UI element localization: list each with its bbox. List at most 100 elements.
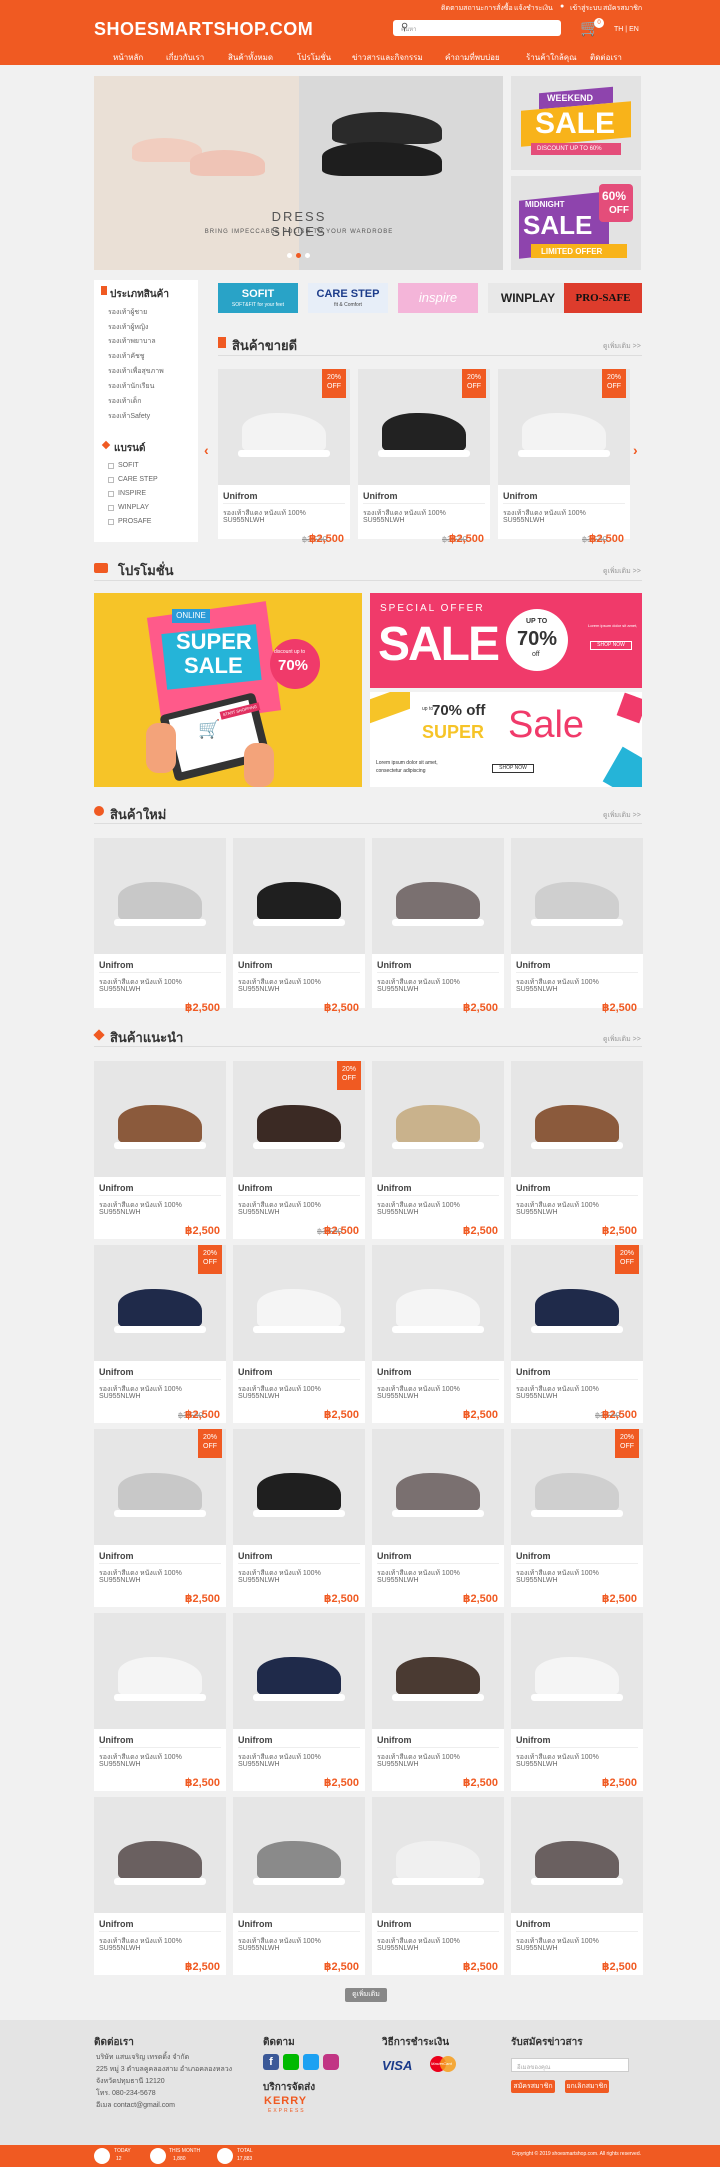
- brand-item[interactable]: INSPIRE: [118, 490, 146, 497]
- product-brand[interactable]: Unifrom: [377, 960, 412, 970]
- brand-item[interactable]: CARE STEP: [118, 476, 158, 483]
- chevron-left-icon[interactable]: ‹: [204, 442, 209, 458]
- load-more-button[interactable]: ดูเพิ่มเติม: [345, 1988, 387, 2002]
- product-brand[interactable]: Unifrom: [238, 1367, 273, 1377]
- product-card[interactable]: Unifrom รองเท้าสีแดง หนังแท้ 100% SU955NLW…: [94, 838, 226, 1014]
- product-card[interactable]: Unifrom รองเท้าสีแดง หนังแท้ 100% SU955NLW…: [511, 838, 643, 1014]
- product-image[interactable]: [372, 1613, 504, 1729]
- product-brand[interactable]: Unifrom: [99, 1551, 134, 1561]
- product-card[interactable]: Unifrom รองเท้าสีแดง หนังแท้ 100% SU955NLW…: [94, 1061, 226, 1239]
- product-brand[interactable]: Unifrom: [99, 1367, 134, 1377]
- twitter-icon[interactable]: [303, 2054, 319, 2070]
- unsubscribe-button[interactable]: ยกเลิกสมาชิก: [565, 2080, 609, 2093]
- newsletter-email-input[interactable]: อีเมลของคุณ: [511, 2058, 629, 2072]
- product-image[interactable]: [94, 1797, 226, 1913]
- product-card[interactable]: Unifrom รองเท้าสีแดง หนังแท้ 100% SU955NLW…: [233, 1429, 365, 1607]
- product-brand[interactable]: Unifrom: [516, 960, 551, 970]
- recommended-more-link[interactable]: ดูเพิ่มเติม >>: [603, 1034, 641, 1045]
- product-card[interactable]: Unifrom รองเท้าสีแดง หนังแท้ 100% SU955NLW…: [372, 1061, 504, 1239]
- instagram-icon[interactable]: [323, 2054, 339, 2070]
- nav-item[interactable]: ข่าวสารและกิจกรรม: [352, 51, 423, 64]
- product-brand[interactable]: Unifrom: [516, 1183, 551, 1193]
- line-icon[interactable]: [283, 2054, 299, 2070]
- product-brand[interactable]: Unifrom: [516, 1735, 551, 1745]
- subscribe-button[interactable]: สมัครสมาชิก: [511, 2080, 555, 2093]
- brand-logo-carestep[interactable]: CARE STEP fit & Comfort: [308, 283, 388, 313]
- product-image[interactable]: [511, 838, 643, 954]
- nav-item[interactable]: หน้าหลัก: [113, 51, 143, 64]
- brand-logo-inspire[interactable]: inspire: [398, 283, 478, 313]
- product-brand[interactable]: Unifrom: [363, 491, 398, 501]
- slider-dot-active[interactable]: [296, 253, 301, 258]
- product-brand[interactable]: Unifrom: [377, 1735, 412, 1745]
- product-card[interactable]: 20% OFF Unifrom รองเท้าสีแดง หนังแท้ 100% SU…: [358, 369, 490, 545]
- chevron-right-icon[interactable]: ›: [633, 442, 638, 458]
- product-card[interactable]: 20% OFF Unifrom รองเท้าสีแดง หนังแท้ 100% SU…: [511, 1429, 643, 1607]
- product-image[interactable]: 20% OFF: [511, 1245, 643, 1361]
- facebook-icon[interactable]: f: [263, 2054, 279, 2070]
- product-card[interactable]: Unifrom รองเท้าสีแดง หนังแท้ 100% SU955NLW…: [94, 1797, 226, 1975]
- brand-checkbox[interactable]: [108, 491, 114, 497]
- product-brand[interactable]: Unifrom: [223, 491, 258, 501]
- product-brand[interactable]: Unifrom: [99, 1183, 134, 1193]
- product-image[interactable]: [233, 1429, 365, 1545]
- product-image[interactable]: [94, 1613, 226, 1729]
- product-image[interactable]: [511, 1613, 643, 1729]
- product-brand[interactable]: Unifrom: [238, 960, 273, 970]
- product-image[interactable]: 20% OFF: [94, 1429, 226, 1545]
- lang-th[interactable]: TH: [614, 26, 623, 33]
- login-link[interactable]: เข้าสู่ระบบ: [570, 3, 602, 14]
- register-link[interactable]: สมัครสมาชิก: [603, 3, 642, 14]
- product-image[interactable]: 20% OFF: [358, 369, 490, 485]
- product-brand[interactable]: Unifrom: [238, 1551, 273, 1561]
- product-card[interactable]: 20% OFF Unifrom รองเท้าสีแดง หนังแท้ 100% SU…: [498, 369, 630, 545]
- category-item[interactable]: รองเท้าผู้ชาย: [108, 307, 147, 318]
- brand-item[interactable]: PROSAFE: [118, 518, 151, 525]
- brand-item[interactable]: SOFIT: [118, 462, 139, 469]
- site-logo[interactable]: SHOESMARTSHOP.COM: [94, 19, 313, 40]
- product-brand[interactable]: Unifrom: [238, 1919, 273, 1929]
- product-card[interactable]: Unifrom รองเท้าสีแดง หนังแท้ 100% SU955NLW…: [372, 1429, 504, 1607]
- category-item[interactable]: รองเท้านักเรียน: [108, 381, 154, 392]
- product-card[interactable]: Unifrom รองเท้าสีแดง หนังแท้ 100% SU955NLW…: [511, 1613, 643, 1791]
- product-card[interactable]: Unifrom รองเท้าสีแดง หนังแท้ 100% SU955NLW…: [94, 1613, 226, 1791]
- slider-dot[interactable]: [305, 253, 310, 258]
- best-seller-more-link[interactable]: ดูเพิ่มเติม >>: [603, 341, 641, 352]
- product-card[interactable]: Unifrom รองเท้าสีแดง หนังแท้ 100% SU955NLW…: [372, 1245, 504, 1423]
- shop-now-button[interactable]: SHOP NOW: [590, 641, 632, 650]
- product-brand[interactable]: Unifrom: [377, 1919, 412, 1929]
- product-card[interactable]: Unifrom รองเท้าสีแดง หนังแท้ 100% SU955NLW…: [233, 838, 365, 1014]
- product-image[interactable]: [511, 1797, 643, 1913]
- check-order-link[interactable]: ติดตามสถานะการสั่งซื้อ: [441, 3, 513, 14]
- brand-checkbox[interactable]: [108, 505, 114, 511]
- product-card[interactable]: Unifrom รองเท้าสีแดง หนังแท้ 100% SU955NLW…: [511, 1061, 643, 1239]
- promotions-more-link[interactable]: ดูเพิ่มเติม >>: [603, 566, 641, 577]
- nav-item[interactable]: ร้านค้าใกล้คุณ: [526, 51, 577, 64]
- product-card[interactable]: Unifrom รองเท้าสีแดง หนังแท้ 100% SU955NLW…: [233, 1245, 365, 1423]
- category-item[interactable]: รองเท้าพยาบาล: [108, 336, 156, 347]
- product-card[interactable]: Unifrom รองเท้าสีแดง หนังแท้ 100% SU955NLW…: [233, 1613, 365, 1791]
- product-brand[interactable]: Unifrom: [503, 491, 538, 501]
- brand-checkbox[interactable]: [108, 477, 114, 483]
- product-image[interactable]: [94, 838, 226, 954]
- brand-checkbox[interactable]: [108, 463, 114, 469]
- product-image[interactable]: 20% OFF: [511, 1429, 643, 1545]
- product-brand[interactable]: Unifrom: [516, 1919, 551, 1929]
- nav-item[interactable]: โปรโมชั่น: [297, 51, 331, 64]
- product-image[interactable]: 20% OFF: [218, 369, 350, 485]
- nav-item[interactable]: เกี่ยวกับเรา: [166, 51, 204, 64]
- product-brand[interactable]: Unifrom: [99, 1735, 134, 1745]
- product-brand[interactable]: Unifrom: [238, 1183, 273, 1193]
- product-image[interactable]: 20% OFF: [233, 1061, 365, 1177]
- product-image[interactable]: [233, 1797, 365, 1913]
- weekend-sale-banner[interactable]: WEEKEND SALE DISCOUNT UP TO 60%: [511, 76, 641, 170]
- product-card[interactable]: Unifrom รองเท้าสีแดง หนังแท้ 100% SU955NLW…: [511, 1797, 643, 1975]
- product-image[interactable]: [372, 1061, 504, 1177]
- brand-logo-prosafe[interactable]: PRO-SAFE: [564, 283, 642, 313]
- nav-item[interactable]: คำถามที่พบบ่อย: [445, 51, 500, 64]
- product-card[interactable]: 20% OFF Unifrom รองเท้าสีแดง หนังแท้ 100% SU…: [94, 1245, 226, 1423]
- product-image[interactable]: 20% OFF: [498, 369, 630, 485]
- product-image[interactable]: [372, 1797, 504, 1913]
- product-brand[interactable]: Unifrom: [377, 1183, 412, 1193]
- brand-logo-winplay[interactable]: WINPLAY: [488, 283, 568, 313]
